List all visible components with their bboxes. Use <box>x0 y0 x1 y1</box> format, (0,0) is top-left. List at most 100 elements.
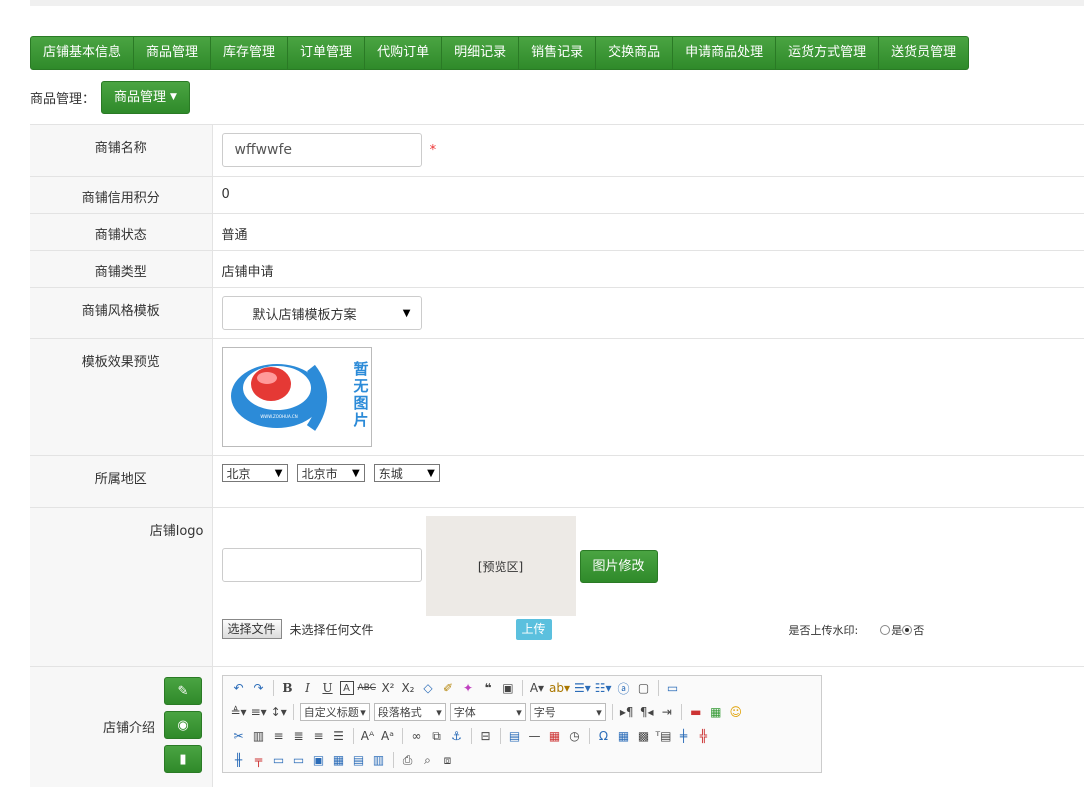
goods-dropdown-button[interactable]: 商品管理▼ <box>101 81 190 114</box>
split-rows-icon[interactable]: ▦ <box>331 751 347 769</box>
view-button[interactable]: ◉ <box>164 711 202 739</box>
logo-path-input[interactable] <box>222 548 422 582</box>
table-props-icon[interactable]: ▥ <box>371 751 387 769</box>
clear-doc-icon[interactable]: ▢ <box>636 679 652 697</box>
page-break-icon[interactable]: ⊟ <box>478 727 494 745</box>
merge-cells-icon[interactable]: ╫ <box>231 751 247 769</box>
nav-shop-info[interactable]: 店铺基本信息 <box>30 36 134 70</box>
split-cells-icon[interactable]: ▣ <box>311 751 327 769</box>
table-icon[interactable]: ▤ <box>507 727 523 745</box>
choose-file-button[interactable]: 选择文件 <box>222 619 282 639</box>
row-spacing-top-icon[interactable]: ≜▾ <box>231 703 247 721</box>
align-right-icon[interactable]: ≡ <box>311 727 327 745</box>
font-border-icon[interactable]: A <box>340 681 354 695</box>
align-left-icon[interactable]: ≡ <box>271 727 287 745</box>
ordered-list-icon[interactable]: ☰▾ <box>574 679 591 697</box>
blockquote-icon[interactable]: ❝ <box>480 679 496 697</box>
city-select[interactable]: 北京市▼ <box>297 464 365 482</box>
eraser-icon[interactable]: ◇ <box>420 679 436 697</box>
emoji-icon[interactable]: ☺ <box>728 703 744 721</box>
file-status: 未选择任何文件 <box>290 621 374 638</box>
font-size-combo[interactable]: 字号▾ <box>530 703 606 721</box>
row-spacing-bottom-icon[interactable]: ≡▾ <box>251 703 267 721</box>
anchor-icon[interactable]: ⚓ <box>449 727 465 745</box>
delete-table-icon[interactable]: ▩ <box>636 727 652 745</box>
upload-button[interactable]: 上传 <box>516 619 552 640</box>
subscript-icon[interactable]: X₂ <box>400 679 416 697</box>
nav-sales[interactable]: 销售记录 <box>519 36 596 70</box>
insert-frame-icon[interactable]: ▥ <box>251 727 267 745</box>
print-icon[interactable]: ⎙ <box>400 751 416 769</box>
shop-name-input[interactable] <box>222 133 422 167</box>
find-replace-icon[interactable]: ⧈ <box>440 751 456 769</box>
insert-col-icon[interactable]: ╬ <box>696 727 712 745</box>
nav-orders[interactable]: 订单管理 <box>288 36 365 70</box>
attachment-icon[interactable]: ✂ <box>231 727 247 745</box>
unlink-icon[interactable]: ⧉ <box>429 727 445 745</box>
justify-icon[interactable]: ☰ <box>331 727 347 745</box>
line-height-icon[interactable]: ↕▾ <box>271 703 287 721</box>
ltr-icon[interactable]: ▸¶ <box>619 703 635 721</box>
image-change-button[interactable]: 图片修改 <box>580 550 658 583</box>
font-family-combo[interactable]: 字体▾ <box>450 703 526 721</box>
edit-button[interactable]: ✎ <box>164 677 202 705</box>
unordered-list-icon[interactable]: ☷▾ <box>595 679 612 697</box>
font-color-icon[interactable]: A▾ <box>529 679 545 697</box>
template-select[interactable]: 默认店铺模板方案 ▼ <box>222 296 422 330</box>
special-char-icon[interactable]: Ω <box>596 727 612 745</box>
date-icon[interactable]: ▦ <box>547 727 563 745</box>
search-icon[interactable]: ⌕ <box>420 751 436 769</box>
nav-proxy-orders[interactable]: 代购订单 <box>365 36 442 70</box>
nav-shipping[interactable]: 运货方式管理 <box>776 36 879 70</box>
strikethrough-icon[interactable]: ABC <box>358 679 376 697</box>
horizontal-rule-icon[interactable]: — <box>527 727 543 745</box>
nav-couriers[interactable]: 送货员管理 <box>879 36 969 70</box>
multi-image-icon[interactable]: ▦ <box>708 703 724 721</box>
undo-icon[interactable]: ↶ <box>231 679 247 697</box>
case-upper-icon[interactable]: Aᴬ <box>360 727 376 745</box>
province-select[interactable]: 北京▼ <box>222 464 288 482</box>
delete-col-icon[interactable]: ╤ <box>251 751 267 769</box>
watermark-yes-radio[interactable] <box>880 625 890 635</box>
merge-right-icon[interactable]: ▭ <box>271 751 287 769</box>
preview-icon[interactable]: ▭ <box>665 679 681 697</box>
superscript-icon[interactable]: X² <box>380 679 396 697</box>
insert-caption-icon[interactable]: ᵀ▤ <box>656 727 672 745</box>
time-icon[interactable]: ◷ <box>567 727 583 745</box>
nav-inventory[interactable]: 库存管理 <box>211 36 288 70</box>
nav-goods[interactable]: 商品管理 <box>134 36 211 70</box>
link-icon[interactable]: ∞ <box>409 727 425 745</box>
underline-icon[interactable]: U <box>320 679 336 697</box>
redo-icon[interactable]: ↷ <box>251 679 267 697</box>
paste-text-icon[interactable]: ▣ <box>500 679 516 697</box>
eye-icon: ◉ <box>177 718 188 733</box>
editor-toolbar-row-4: ╫ ╤ ▭ ▭ ▣ ▦ ▤ ▥ ⎙ ⌕ ⧈ <box>223 748 821 772</box>
indent-icon[interactable]: ⇥ <box>659 703 675 721</box>
template-label: 商铺风格模板 <box>30 288 212 339</box>
case-lower-icon[interactable]: Aᵃ <box>380 727 396 745</box>
rtl-icon[interactable]: ¶◂ <box>639 703 655 721</box>
nav-goods-requests[interactable]: 申请商品处理 <box>673 36 776 70</box>
separator <box>402 728 403 744</box>
merge-down-icon[interactable]: ▭ <box>291 751 307 769</box>
italic-icon[interactable]: I <box>300 679 316 697</box>
highlight-icon[interactable]: ab▾ <box>549 679 570 697</box>
nav-details[interactable]: 明细记录 <box>442 36 519 70</box>
insert-row-icon[interactable]: ╪ <box>676 727 692 745</box>
district-select[interactable]: 东城▼ <box>374 464 440 482</box>
insert-table-icon[interactable]: ▦ <box>616 727 632 745</box>
custom-title-combo[interactable]: 自定义标题▾ <box>300 703 370 721</box>
split-cols-icon[interactable]: ▤ <box>351 751 367 769</box>
select-all-icon[interactable]: ⓐ <box>616 679 632 697</box>
delete-button[interactable]: ▮ <box>164 745 202 773</box>
align-center-icon[interactable]: ≣ <box>291 727 307 745</box>
image-icon[interactable]: ▬ <box>688 703 704 721</box>
nav-exchange[interactable]: 交换商品 <box>596 36 673 70</box>
paragraph-format-combo[interactable]: 段落格式▾ <box>374 703 446 721</box>
magic-wand-icon[interactable]: ✦ <box>460 679 476 697</box>
watermark-no-radio[interactable] <box>902 625 912 635</box>
editor-toolbar-row-3: ✂ ▥ ≡ ≣ ≡ ☰ Aᴬ Aᵃ ∞ ⧉ ⚓ ⊟ ▤ <box>223 724 821 748</box>
format-brush-icon[interactable]: ✐ <box>440 679 456 697</box>
bold-icon[interactable]: B <box>280 679 296 697</box>
separator <box>681 704 682 720</box>
